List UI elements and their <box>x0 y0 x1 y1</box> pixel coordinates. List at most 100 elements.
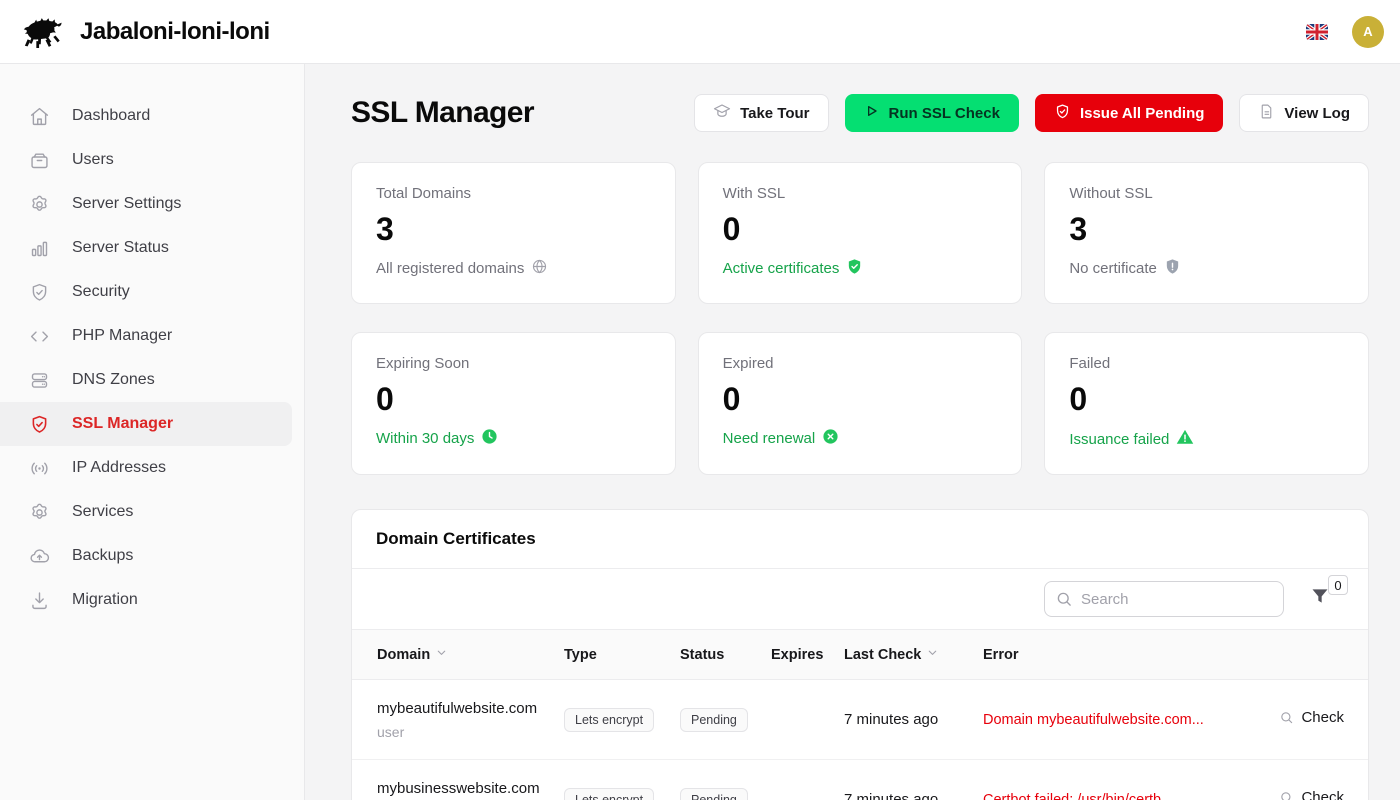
sidebar: Dashboard Users Server Settings Server S… <box>0 64 305 800</box>
error-message: Certbot failed: /usr/bin/certb... <box>983 792 1253 800</box>
filter-funnel-icon <box>1310 586 1330 611</box>
run-ssl-check-button[interactable]: Run SSL Check <box>845 94 1019 132</box>
column-header-error[interactable]: Error <box>983 630 1263 680</box>
stat-card-failed: Failed 0 Issuance failed <box>1044 332 1369 475</box>
graduation-cap-icon <box>713 102 731 124</box>
sidebar-item-server-status[interactable]: Server Status <box>0 226 292 270</box>
language-flag-uk-icon[interactable] <box>1306 24 1328 40</box>
server-stack-icon <box>28 369 50 391</box>
sidebar-item-dashboard[interactable]: Dashboard <box>0 94 292 138</box>
sidebar-item-php-manager[interactable]: PHP Manager <box>0 314 292 358</box>
card-footer-text: Issuance failed <box>1069 431 1169 448</box>
search-icon <box>1279 710 1294 725</box>
gear-icon <box>28 501 50 523</box>
brand: Jabaloni-loni-loni <box>18 15 270 49</box>
card-value: 3 <box>376 211 651 248</box>
warning-triangle-icon <box>1176 428 1194 450</box>
sidebar-item-dns-zones[interactable]: DNS Zones <box>0 358 292 402</box>
check-button[interactable]: Check <box>1279 789 1344 800</box>
card-footer-text: No certificate <box>1069 260 1157 277</box>
play-icon <box>864 103 880 123</box>
run-ssl-check-label: Run SSL Check <box>889 105 1000 122</box>
type-badge: Lets encrypt <box>564 788 654 800</box>
card-footer-text: Within 30 days <box>376 430 474 447</box>
sidebar-item-services[interactable]: Services <box>0 490 292 534</box>
sidebar-item-ssl-manager[interactable]: SSL Manager <box>0 402 292 446</box>
card-value: 0 <box>723 381 998 418</box>
main-content: SSL Manager Take Tour Run SSL Check <box>305 64 1400 800</box>
topbar: Jabaloni-loni-loni A <box>0 0 1400 64</box>
globe-icon <box>531 258 548 279</box>
boar-logo-icon <box>18 15 62 49</box>
sidebar-item-label: Services <box>72 503 133 521</box>
check-button[interactable]: Check <box>1279 709 1344 726</box>
sidebar-item-label: Security <box>72 283 130 301</box>
chevron-down-icon <box>926 646 939 663</box>
column-header-type[interactable]: Type <box>564 630 680 680</box>
stat-card-total-domains: Total Domains 3 All registered domains <box>351 162 676 304</box>
card-value: 0 <box>723 211 998 248</box>
download-icon <box>28 589 50 611</box>
domain-name: mybusinesswebsite.com <box>377 780 564 797</box>
column-header-status[interactable]: Status <box>680 630 771 680</box>
sidebar-item-migration[interactable]: Migration <box>0 578 292 622</box>
card-footer-text: Active certificates <box>723 260 840 277</box>
type-badge: Lets encrypt <box>564 708 654 732</box>
stat-card-without-ssl: Without SSL 3 No certificate <box>1044 162 1369 304</box>
bar-chart-icon <box>28 237 50 259</box>
stat-card-expiring-soon: Expiring Soon 0 Within 30 days <box>351 332 676 475</box>
card-value: 0 <box>376 381 651 418</box>
card-label: Expiring Soon <box>376 355 651 372</box>
stat-card-with-ssl: With SSL 0 Active certificates <box>698 162 1023 304</box>
sidebar-item-label: Users <box>72 151 114 169</box>
shield-alert-icon <box>1164 258 1181 279</box>
panel-title: Domain Certificates <box>376 529 1344 549</box>
view-log-button[interactable]: View Log <box>1239 94 1369 132</box>
sidebar-item-label: Backups <box>72 547 133 565</box>
check-label: Check <box>1301 709 1344 726</box>
issue-all-pending-button[interactable]: Issue All Pending <box>1035 94 1223 132</box>
column-header-domain[interactable]: Domain <box>352 630 564 680</box>
take-tour-button[interactable]: Take Tour <box>694 94 828 132</box>
filter-button[interactable]: 0 <box>1310 587 1332 611</box>
column-header-expires[interactable]: Expires <box>771 630 844 680</box>
sidebar-item-backups[interactable]: Backups <box>0 534 292 578</box>
certificates-toolbar: 0 <box>352 569 1368 629</box>
take-tour-label: Take Tour <box>740 105 809 122</box>
shield-check-icon <box>1054 103 1071 124</box>
status-badge: Pending <box>680 708 748 732</box>
x-circle-icon <box>822 428 839 449</box>
column-header-actions <box>1263 630 1368 680</box>
user-avatar[interactable]: A <box>1352 16 1384 48</box>
shield-check-icon <box>28 413 50 435</box>
card-label: Failed <box>1069 355 1344 372</box>
search-input[interactable] <box>1044 581 1284 617</box>
column-header-last-check[interactable]: Last Check <box>844 630 983 680</box>
shield-check-icon <box>28 281 50 303</box>
shield-check-icon <box>846 258 863 279</box>
domain-owner: user <box>377 724 564 740</box>
sidebar-item-label: IP Addresses <box>72 459 166 477</box>
card-footer-text: Need renewal <box>723 430 816 447</box>
certificates-table: Domain Type Status Expires Last Check <box>352 629 1368 800</box>
sidebar-item-ip-addresses[interactable]: IP Addresses <box>0 446 292 490</box>
sidebar-item-server-settings[interactable]: Server Settings <box>0 182 292 226</box>
table-row: mybeautifulwebsite.com user Lets encrypt… <box>352 680 1368 760</box>
domain-certificates-panel: Domain Certificates 0 <box>351 509 1369 800</box>
sidebar-item-security[interactable]: Security <box>0 270 292 314</box>
users-icon <box>28 149 50 171</box>
error-message: Domain mybeautifulwebsite.com... <box>983 712 1253 728</box>
check-label: Check <box>1301 789 1344 800</box>
stat-card-expired: Expired 0 Need renewal <box>698 332 1023 475</box>
search-box <box>1044 581 1284 617</box>
filter-count-badge: 0 <box>1328 575 1348 595</box>
sidebar-item-label: Migration <box>72 591 138 609</box>
last-check-value: 7 minutes ago <box>844 791 938 800</box>
sidebar-item-label: Server Status <box>72 239 169 257</box>
sidebar-item-users[interactable]: Users <box>0 138 292 182</box>
table-header-row: Domain Type Status Expires Last Check <box>352 630 1368 680</box>
card-label: Without SSL <box>1069 185 1344 202</box>
chevron-down-icon <box>435 646 448 663</box>
issue-all-pending-label: Issue All Pending <box>1080 105 1204 122</box>
code-icon <box>28 325 50 347</box>
